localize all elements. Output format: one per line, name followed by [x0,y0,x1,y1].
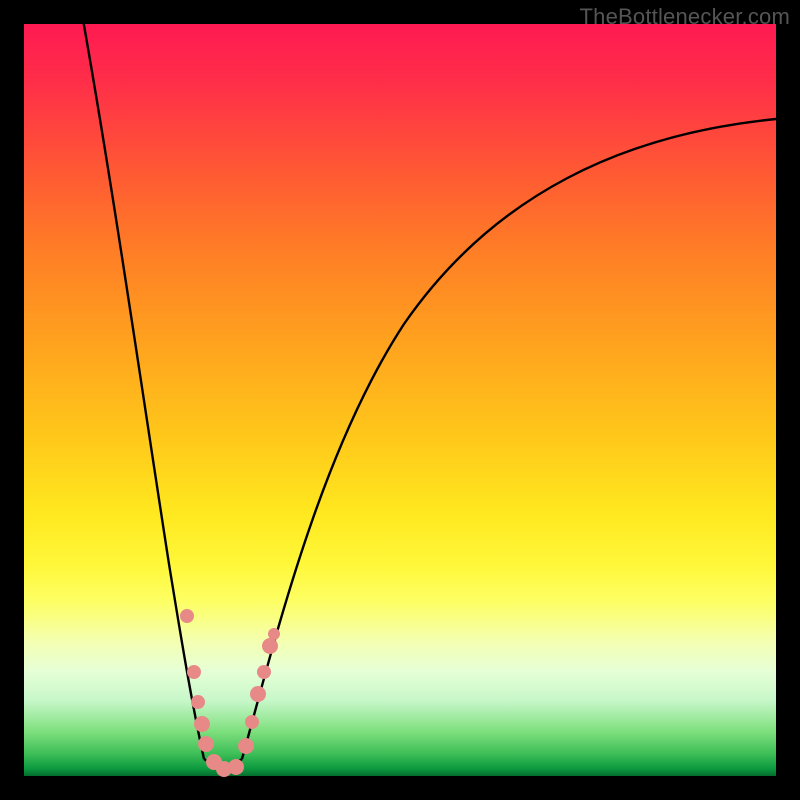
data-points [180,609,280,777]
right-curve [242,119,776,759]
left-curve [82,14,204,759]
watermark-text: TheBottlenecker.com [580,4,790,30]
curves-layer [24,24,776,776]
chart-container: TheBottlenecker.com [0,0,800,800]
plot-area [24,24,776,776]
